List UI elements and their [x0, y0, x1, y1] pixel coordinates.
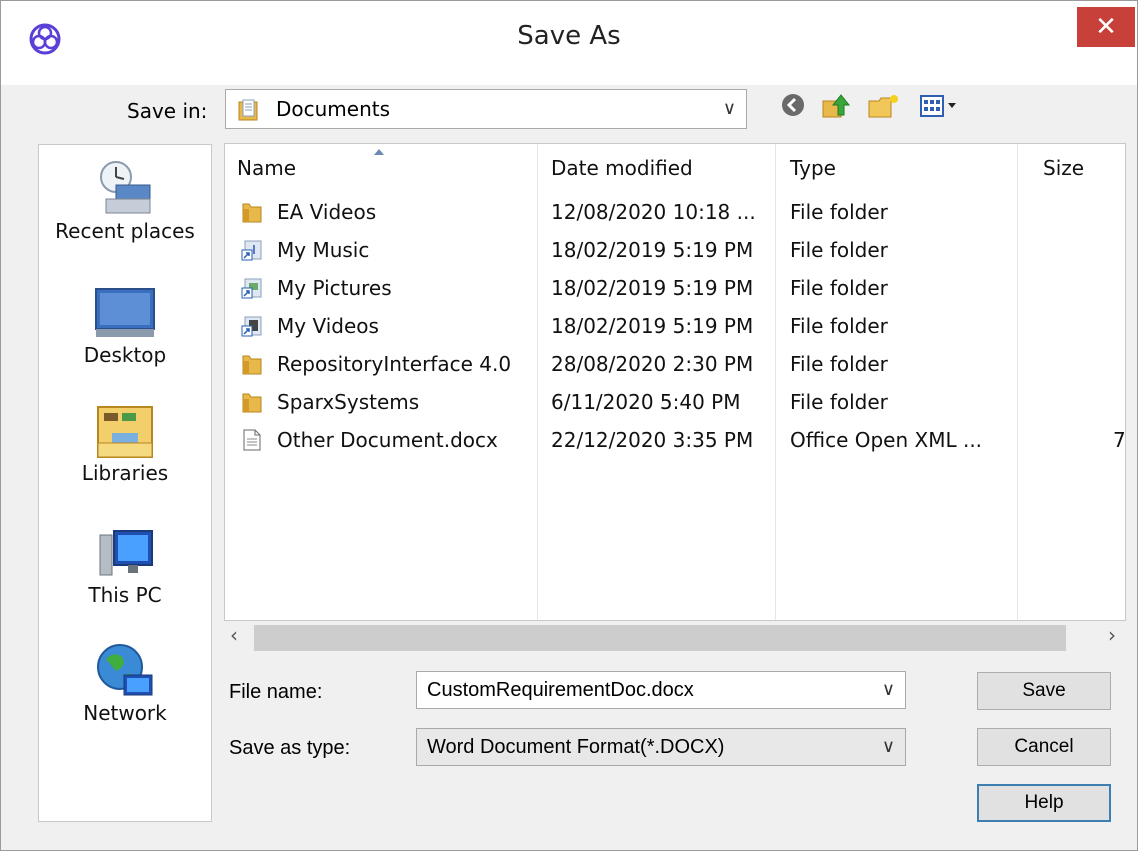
cancel-button[interactable]: Cancel [977, 728, 1111, 766]
file-name: SparxSystems [277, 390, 420, 414]
places-bar: Recent places Desktop Libraries This PC … [38, 144, 212, 822]
chevron-down-icon: ∨ [881, 736, 895, 757]
column-header-type[interactable]: Type [790, 156, 836, 180]
this-pc-icon [99, 530, 153, 576]
file-row[interactable]: EA Videos 12/08/2020 10:18 ... File fold… [225, 194, 1125, 232]
up-folder-icon[interactable] [821, 93, 851, 119]
file-row[interactable]: My Music 18/02/2019 5:19 PM File folder [225, 232, 1125, 270]
file-size: 7 [1113, 428, 1126, 452]
file-date: 6/11/2020 5:40 PM [551, 390, 741, 414]
file-date: 18/02/2019 5:19 PM [551, 314, 754, 338]
close-button[interactable]: ✕ [1077, 7, 1135, 47]
file-type: File folder [790, 314, 888, 338]
back-icon[interactable] [781, 93, 805, 117]
file-row[interactable]: Other Document.docx 22/12/2020 3:35 PM O… [225, 422, 1125, 460]
chevron-down-icon: ∨ [722, 98, 736, 119]
new-folder-icon[interactable] [867, 93, 901, 119]
folder-icon [242, 393, 262, 413]
file-name: My Music [277, 238, 370, 262]
file-type: File folder [790, 352, 888, 376]
column-header-size[interactable]: Size [1043, 156, 1084, 180]
folder-icon [242, 203, 262, 223]
recent-places-icon [100, 161, 151, 214]
horizontal-scrollbar[interactable]: ‹ › [224, 621, 1126, 655]
place-libraries[interactable]: Libraries [39, 403, 211, 485]
save-as-type-label: Save as type: [229, 737, 351, 759]
folder-icon [242, 355, 262, 375]
pictures-shortcut-icon [241, 278, 262, 299]
place-desktop[interactable]: Desktop [39, 287, 211, 367]
place-recent-places[interactable]: Recent places [39, 157, 211, 243]
libraries-icon [97, 406, 153, 458]
file-name: EA Videos [277, 200, 377, 224]
document-icon [243, 429, 261, 451]
window-title: Save As [517, 21, 621, 51]
place-label: Recent places [55, 219, 195, 243]
file-date: 18/02/2019 5:19 PM [551, 276, 754, 300]
view-menu-icon[interactable] [919, 93, 961, 119]
save-in-value: Documents [276, 97, 391, 121]
place-network[interactable]: Network [39, 641, 211, 725]
file-row[interactable]: My Videos 18/02/2019 5:19 PM File folder [225, 308, 1125, 346]
help-button[interactable]: Help [977, 784, 1111, 822]
place-label: Desktop [83, 343, 167, 367]
file-row[interactable]: My Pictures 18/02/2019 5:19 PM File fold… [225, 270, 1125, 308]
file-date: 18/02/2019 5:19 PM [551, 238, 754, 262]
file-date: 22/12/2020 3:35 PM [551, 428, 754, 452]
desktop-icon [95, 288, 155, 337]
save-in-dropdown[interactable]: Documents ∨ [225, 89, 747, 129]
place-label: This PC [88, 583, 162, 607]
column-header-date[interactable]: Date modified [551, 156, 693, 180]
scroll-thumb[interactable] [254, 625, 1066, 651]
file-date: 12/08/2020 10:18 ... [551, 200, 756, 224]
network-icon [97, 644, 153, 696]
place-label: Libraries [81, 461, 169, 485]
file-type: Office Open XML ... [790, 428, 983, 452]
file-date: 28/08/2020 2:30 PM [551, 352, 754, 376]
file-list[interactable]: Name Date modified Type Size EA Videos 1… [224, 143, 1126, 621]
documents-folder-icon [238, 99, 258, 121]
file-name-label: File name: [229, 681, 323, 703]
file-type: File folder [790, 276, 888, 300]
save-as-type-value: Word Document Format(*.DOCX) [427, 736, 725, 758]
file-name: Other Document.docx [277, 428, 498, 452]
scroll-left-icon[interactable]: ‹ [230, 623, 238, 647]
file-type: File folder [790, 238, 888, 262]
file-row[interactable]: SparxSystems 6/11/2020 5:40 PM File fold… [225, 384, 1125, 422]
save-as-type-dropdown[interactable]: Word Document Format(*.DOCX) ∨ [416, 728, 906, 766]
file-name: My Videos [277, 314, 379, 338]
chevron-down-icon[interactable]: ∨ [882, 672, 895, 708]
file-name: My Pictures [277, 276, 392, 300]
save-button[interactable]: Save [977, 672, 1111, 710]
sort-ascending-icon [374, 149, 384, 155]
column-header-name[interactable]: Name [237, 156, 296, 180]
save-in-label: Save in: [127, 99, 208, 123]
title-bar: Save As ✕ [1, 1, 1137, 85]
scroll-right-icon[interactable]: › [1108, 623, 1116, 647]
file-row[interactable]: RepositoryInterface 4.0 28/08/2020 2:30 … [225, 346, 1125, 384]
file-name-value: CustomRequirementDoc.docx [427, 679, 694, 701]
videos-shortcut-icon [241, 316, 262, 337]
music-shortcut-icon [241, 240, 262, 261]
place-this-pc[interactable]: This PC [39, 525, 211, 607]
save-as-dialog: Save As ✕ Save in: Documents ∨ Recent pl… [0, 0, 1138, 851]
file-name: RepositoryInterface 4.0 [277, 352, 512, 376]
file-type: File folder [790, 390, 888, 414]
file-name-input[interactable]: CustomRequirementDoc.docx ∨ [416, 671, 906, 709]
place-label: Network [83, 701, 167, 725]
file-type: File folder [790, 200, 888, 224]
